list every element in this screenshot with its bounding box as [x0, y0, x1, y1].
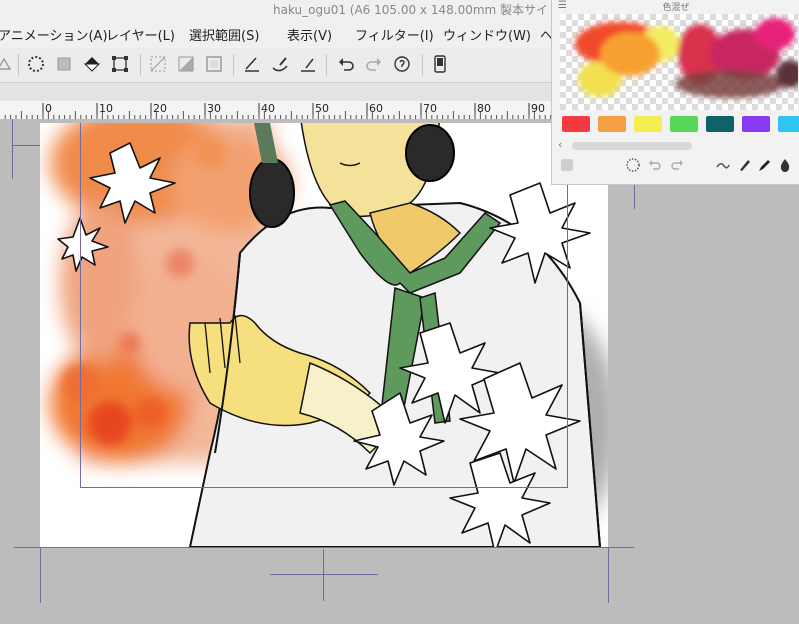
swatch-green[interactable] [670, 116, 698, 132]
swatch-teal[interactable] [706, 116, 734, 132]
redo-icon[interactable] [362, 52, 386, 76]
swatch-purple[interactable] [742, 116, 770, 132]
ruler-label: 60 [369, 102, 383, 115]
fill-icon[interactable] [80, 52, 104, 76]
menu-selection[interactable]: 選択範囲(S) [189, 25, 259, 44]
undo-icon[interactable] [646, 156, 664, 174]
toolbar-separator [422, 54, 423, 76]
panel-tools [558, 154, 799, 176]
ruler-label: 70 [423, 102, 437, 115]
swatch-red[interactable] [562, 116, 590, 132]
menu-window[interactable]: ウィンドウ(W) [443, 25, 531, 44]
menu-view[interactable]: 表示(V) [287, 25, 332, 44]
ruler-label: 50 [315, 102, 329, 115]
redo-icon[interactable] [668, 156, 686, 174]
menu-animation[interactable]: アニメーション(A) [0, 25, 108, 44]
deselect-icon[interactable] [52, 52, 76, 76]
ruler-label: 30 [207, 102, 221, 115]
brush-icon[interactable] [736, 156, 754, 174]
panel-title: 色混ぜ [662, 3, 690, 13]
ruler-label: 0 [45, 102, 52, 115]
menu-layer[interactable]: レイヤー(L) [106, 25, 175, 44]
crop-mark [14, 547, 634, 548]
horizontal-ruler[interactable]: 0 10 20 30 40 50 60 70 80 90 [0, 101, 552, 120]
color-mixing-area[interactable] [560, 14, 798, 110]
ruler-ticks [4, 103, 552, 119]
ruler-label: 40 [261, 102, 275, 115]
swatch-cyan[interactable] [778, 116, 799, 132]
toolbar-separator [326, 54, 327, 76]
command-toolbar [0, 48, 560, 83]
clear-mix-icon[interactable] [624, 156, 642, 174]
canvas-paper[interactable] [40, 123, 608, 547]
frame-guide-line [80, 487, 568, 488]
crop-mark [40, 547, 41, 603]
center-mark [323, 549, 324, 601]
blend-stroke-icon[interactable] [714, 156, 732, 174]
toolbar-spacer [0, 83, 560, 101]
frame-guide-line [80, 123, 81, 487]
crop-mark [12, 145, 40, 146]
color-mixing-panel[interactable]: ☰ 色混ぜ ‹ [551, 0, 799, 185]
crop-mark [608, 547, 609, 603]
water-drop-icon[interactable] [776, 156, 794, 174]
toolbar-separator [233, 54, 234, 76]
scrollbar-thumb[interactable] [572, 142, 692, 150]
swatch-yellow[interactable] [634, 116, 662, 132]
rotate-view-icon[interactable] [390, 52, 414, 76]
toolbar-separator [140, 54, 141, 76]
undo-icon[interactable] [334, 52, 358, 76]
pen-line-icon[interactable] [240, 52, 264, 76]
menu-filter[interactable]: フィルター(I) [355, 25, 434, 44]
smartphone-icon[interactable] [428, 52, 452, 76]
brush-stroke-icon[interactable] [268, 52, 292, 76]
color-square-icon[interactable] [558, 156, 576, 174]
canvas-area[interactable] [0, 119, 799, 624]
chevron-left-icon[interactable]: ‹ [558, 138, 562, 151]
swatch-orange[interactable] [598, 116, 626, 132]
swatch-scrollbar[interactable]: ‹ [558, 138, 794, 152]
border-select-icon[interactable] [202, 52, 226, 76]
gradient-select-icon[interactable] [174, 52, 198, 76]
transform-icon[interactable] [108, 52, 132, 76]
menu-bar: アニメーション(A) レイヤー(L) 選択範囲(S) 表示(V) フィルター(I… [0, 18, 560, 48]
clear-icon[interactable] [0, 52, 16, 76]
illustration-artwork [50, 123, 608, 547]
ruler-label: 90 [531, 102, 545, 115]
ruler-line-icon[interactable] [296, 52, 320, 76]
color-swatches [560, 116, 799, 134]
select-all-icon[interactable] [24, 52, 48, 76]
hatch-select-icon[interactable] [146, 52, 170, 76]
ruler-label: 10 [99, 102, 113, 115]
mixed-paint-blobs [575, 18, 798, 98]
marker-icon[interactable] [756, 156, 774, 174]
ruler-label: 80 [477, 102, 491, 115]
window-title: haku_ogu01 (A6 105.00 x 148.00mm 製本サイ [273, 3, 549, 17]
ruler-label: 20 [153, 102, 167, 115]
crop-mark [12, 119, 13, 179]
toolbar-separator [18, 54, 19, 76]
center-mark [270, 574, 378, 575]
